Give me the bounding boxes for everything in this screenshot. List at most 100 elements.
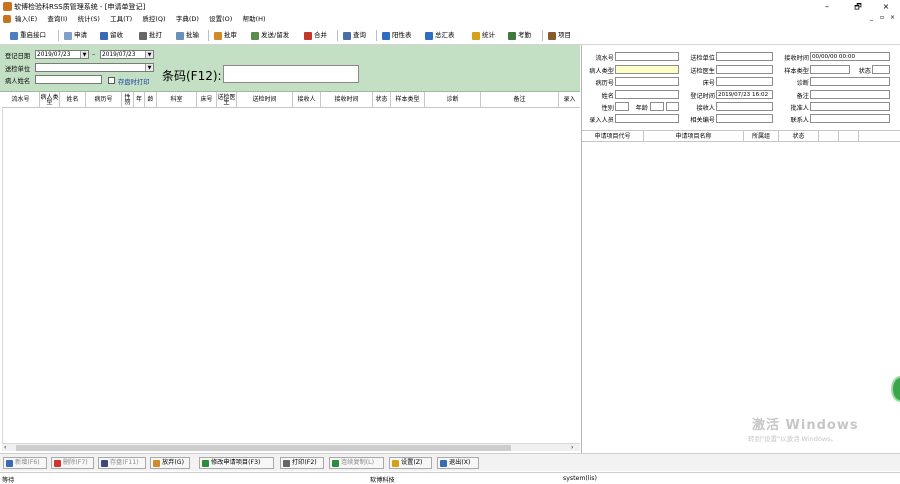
col-request-code[interactable]: 申请项目代号: [582, 131, 644, 142]
col-status[interactable]: 状态: [373, 92, 391, 108]
receive-time-input[interactable]: 00/00/00 00:00: [810, 52, 890, 61]
apply-button[interactable]: 申请: [64, 29, 87, 42]
add-button[interactable]: 新增(F6): [3, 457, 47, 469]
date-to-input[interactable]: 2019/07/23 ▼: [100, 50, 154, 59]
date-from-input[interactable]: 2019/07/23 ▼: [35, 50, 89, 59]
close-icon[interactable]: ×: [879, 1, 893, 12]
col-receiver[interactable]: 接收人: [293, 92, 321, 108]
unit-select[interactable]: ▼: [35, 63, 154, 72]
col-entry[interactable]: 录入: [559, 92, 580, 108]
col-serial[interactable]: 流水号: [2, 92, 40, 108]
request-items-grid-body[interactable]: [582, 142, 900, 453]
col-send-time[interactable]: 送检时间: [237, 92, 293, 108]
col-name[interactable]: 姓名: [60, 92, 86, 108]
batch-input-button[interactable]: 批输: [176, 29, 199, 42]
name-input[interactable]: [615, 90, 679, 99]
merge-button[interactable]: 合并: [304, 29, 327, 42]
sample-grid-body[interactable]: [2, 108, 580, 443]
status-input[interactable]: [872, 65, 890, 74]
menu-input[interactable]: 输入(E): [15, 13, 37, 25]
col-receive-time[interactable]: 接收时间: [321, 92, 373, 108]
copy-icon: [332, 459, 339, 467]
project-button[interactable]: 项目: [548, 29, 571, 42]
print-button[interactable]: 打印(F2): [280, 457, 324, 469]
batch-print-button[interactable]: 批打: [139, 29, 162, 42]
chevron-down-icon[interactable]: ▼: [145, 51, 153, 58]
menu-query[interactable]: 查询(I): [47, 13, 67, 25]
project-icon: [548, 31, 556, 40]
receiver-input[interactable]: [716, 102, 773, 111]
col-age-unit[interactable]: 龄: [145, 92, 157, 108]
col-sample-type[interactable]: 样本类型: [391, 92, 425, 108]
serial-input[interactable]: [615, 52, 679, 61]
query-button[interactable]: 查询: [343, 29, 366, 42]
barcode-input[interactable]: [223, 65, 359, 83]
patient-type-input[interactable]: [615, 65, 679, 74]
positive-table-button[interactable]: 阳性表: [382, 29, 412, 42]
age-input[interactable]: [650, 102, 664, 111]
bed-input[interactable]: [716, 77, 773, 86]
statistics-button[interactable]: 统计: [472, 29, 495, 42]
col-department[interactable]: 科室: [157, 92, 197, 108]
delete-button[interactable]: 删除(F7): [51, 457, 94, 469]
settings-button[interactable]: 设置(Z): [389, 457, 432, 469]
age-unit-input[interactable]: [666, 102, 679, 111]
remark-input[interactable]: [810, 90, 890, 99]
col-doctor[interactable]: 送检医生: [217, 92, 237, 108]
continuous-copy-button[interactable]: 连续复制(L): [329, 457, 384, 469]
col-request-name[interactable]: 申请项目名称: [644, 131, 744, 142]
mdi-close-icon[interactable]: ×: [890, 14, 895, 21]
exit-button[interactable]: 退出(X): [437, 457, 479, 469]
print-on-save-checkbox[interactable]: [108, 77, 115, 84]
attendance-button[interactable]: 考勤: [508, 29, 531, 42]
entry-person-input[interactable]: [615, 114, 679, 123]
restore-icon[interactable]: 🗗: [851, 1, 865, 12]
menu-tools[interactable]: 工具(T): [110, 13, 132, 25]
scroll-left-icon[interactable]: ‹: [4, 444, 6, 451]
edit-request-items-button[interactable]: 修改申请项目(F3): [199, 457, 274, 469]
col-request-status[interactable]: 状态: [779, 131, 819, 142]
reg-time-input[interactable]: 2019/07/23 16:02: [716, 90, 773, 99]
diagnosis-input[interactable]: [810, 77, 890, 86]
menu-help[interactable]: 帮助(H): [243, 13, 266, 25]
send-button[interactable]: 发送/留发: [251, 29, 289, 42]
menu-statistics[interactable]: 统计(S): [78, 13, 100, 25]
col-diagnosis[interactable]: 诊断: [425, 92, 481, 108]
save-icon: [101, 459, 108, 467]
chevron-down-icon[interactable]: ▼: [80, 51, 88, 58]
discard-button[interactable]: 放弃(G): [150, 457, 190, 469]
sample-type-input[interactable]: [810, 65, 850, 74]
patient-name-input[interactable]: [35, 75, 102, 84]
toolbar-separator: [376, 30, 377, 41]
unit-input[interactable]: [716, 52, 773, 61]
scrollbar-thumb[interactable]: [16, 445, 511, 451]
col-group[interactable]: 所属组: [744, 131, 779, 142]
col-age[interactable]: 年: [134, 92, 145, 108]
minimize-icon[interactable]: –: [820, 1, 834, 12]
col-bed[interactable]: 床号: [197, 92, 217, 108]
save-button[interactable]: 存盘(F11): [98, 457, 146, 469]
menu-dictionary[interactable]: 字典(D): [176, 13, 199, 25]
col-gender[interactable]: 性别: [122, 92, 134, 108]
horizontal-scrollbar[interactable]: ‹ ›: [2, 443, 580, 451]
record-no-input[interactable]: [615, 77, 679, 86]
chevron-down-icon[interactable]: ▼: [145, 64, 153, 71]
mdi-restore-icon[interactable]: ▫: [880, 14, 884, 21]
summary-table-button[interactable]: 总汇表: [425, 29, 455, 42]
remark-label: 备注: [796, 93, 809, 100]
scroll-right-icon[interactable]: ›: [571, 444, 573, 451]
batch-review-button[interactable]: 批审: [214, 29, 237, 42]
col-record-no[interactable]: 病历号: [86, 92, 122, 108]
menu-qc[interactable]: 质控(Q): [142, 13, 165, 25]
col-patient-type[interactable]: 病人类型: [40, 92, 60, 108]
contact-input[interactable]: [810, 114, 890, 123]
doctor-input[interactable]: [716, 65, 773, 74]
col-remark[interactable]: 备注: [481, 92, 559, 108]
approver-input[interactable]: [810, 102, 890, 111]
receive-button[interactable]: 留收: [100, 29, 123, 42]
mdi-minimize-icon[interactable]: _: [870, 14, 873, 21]
gender-input[interactable]: [615, 102, 629, 111]
related-no-input[interactable]: [716, 114, 773, 123]
menu-settings[interactable]: 设置(O): [209, 13, 232, 25]
restart-interface-button[interactable]: 重启接口: [10, 29, 46, 42]
